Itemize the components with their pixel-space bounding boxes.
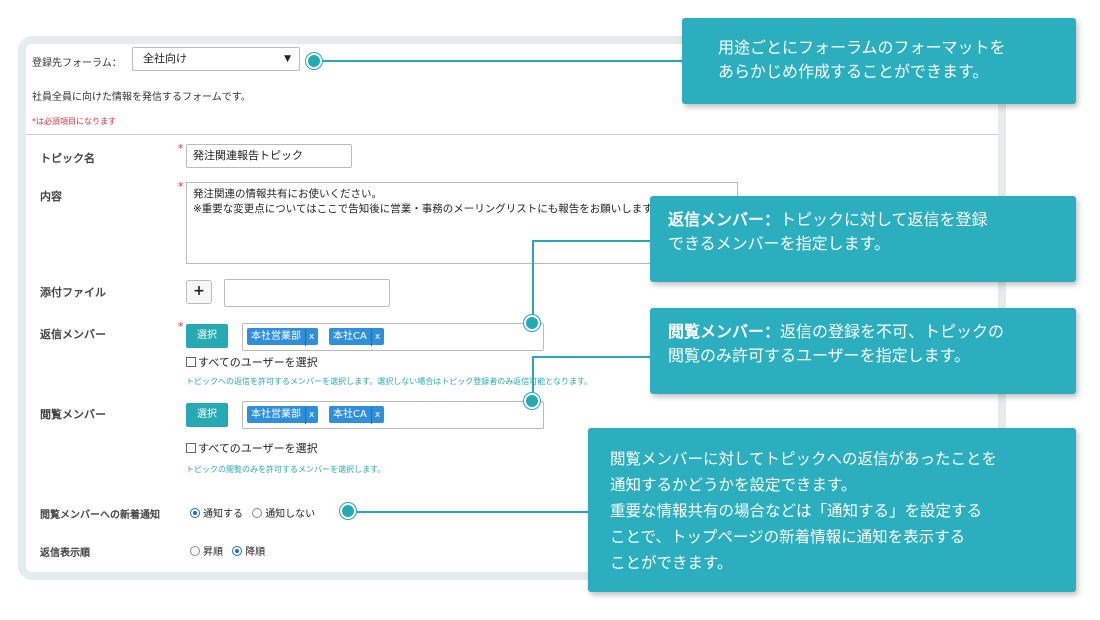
view-all-users-checkbox[interactable]: すべてのユーザーを選択: [186, 440, 318, 456]
connector-line: [532, 240, 534, 324]
chevron-down-icon: ▼: [284, 54, 291, 64]
checkbox-icon: [186, 443, 196, 453]
order-asc-radio[interactable]: 昇順: [190, 546, 223, 558]
connector-dot: [340, 503, 356, 519]
reply-tag[interactable]: 本社CA x: [329, 328, 385, 346]
callout-text: 閲覧メンバー：返信の登録を不可、トピックの: [668, 322, 1005, 341]
required-mark: *: [178, 180, 184, 193]
forum-select[interactable]: 全社向け ▼: [132, 47, 300, 71]
connector-line: [316, 60, 686, 62]
view-hint: トピックの閲覧のみを許可するメンバーを選択します。: [186, 465, 386, 474]
view-tag[interactable]: 本社営業部 x: [247, 406, 319, 424]
attach-label: 添付ファイル: [40, 286, 106, 299]
forum-label: 登録先フォーラム：: [32, 58, 122, 69]
notify-radio-group: 通知する 通知しない: [190, 505, 315, 520]
callout-notification: 閲覧メンバーに対してトピックへの返信があったことを 通知するかどうかを設定できま…: [588, 428, 1076, 592]
view-select-button[interactable]: 選択: [186, 403, 228, 427]
connector-dot: [524, 393, 540, 409]
notify-off-radio[interactable]: 通知しない: [252, 508, 315, 520]
radio-icon: [190, 546, 200, 556]
view-label: 閲覧メンバー: [40, 408, 106, 421]
close-icon[interactable]: x: [370, 329, 380, 346]
reply-tag-box[interactable]: 本社営業部 x 本社CA x: [242, 323, 544, 351]
notify-label: 閲覧メンバーへの新着通知: [40, 510, 160, 521]
callout-text: 返信メンバー：トピックに対して返信を登録: [668, 210, 988, 229]
callout-forum-format: 用途ごとにフォーラムのフォーマットを あらかじめ作成することができます。: [682, 18, 1076, 104]
forum-select-value: 全社向け: [143, 52, 187, 65]
required-mark: *: [178, 142, 184, 155]
callout-text: 用途ごとにフォーラムのフォーマットを: [718, 38, 1006, 57]
topic-label: トピック名: [40, 152, 95, 165]
divider: [26, 134, 998, 135]
file-input[interactable]: [224, 279, 390, 307]
order-radio-group: 昇順 降順: [190, 543, 265, 558]
add-file-button[interactable]: +: [186, 280, 212, 304]
callout-text: 閲覧のみ許可するユーザーを指定します。: [668, 346, 971, 365]
connector-dot: [524, 315, 540, 331]
order-desc-radio[interactable]: 降順: [232, 546, 265, 558]
close-icon[interactable]: x: [305, 329, 314, 346]
view-tag-box[interactable]: 本社営業部 x 本社CA x: [242, 401, 544, 429]
view-tag[interactable]: 本社CA x: [329, 406, 385, 424]
connector-line: [532, 240, 652, 242]
close-icon[interactable]: x: [305, 407, 314, 424]
reply-all-users-checkbox[interactable]: すべてのユーザーを選択: [186, 354, 318, 370]
callout-text: ことで、トップページの新着情報に通知を表示する: [610, 528, 966, 546]
connector-dot: [306, 53, 322, 69]
callout-text: 通知するかどうかを設定できます。: [610, 476, 857, 494]
connector-line: [350, 511, 590, 513]
callout-text: 重要な情報共有の場合などは「通知する」を設定する: [610, 502, 983, 520]
callout-text: あらかじめ作成することができます。: [718, 62, 989, 81]
required-note: *は必須項目になります: [32, 117, 116, 126]
reply-tag[interactable]: 本社営業部 x: [247, 328, 319, 346]
order-label: 返信表示順: [40, 548, 90, 559]
topic-input[interactable]: 発注関連報告トピック: [186, 144, 352, 168]
radio-selected-icon: [232, 546, 243, 556]
notify-on-radio[interactable]: 通知する: [190, 508, 243, 520]
callout-view-members: 閲覧メンバー：返信の登録を不可、トピックの 閲覧のみ許可するユーザーを指定します…: [650, 308, 1076, 394]
reply-label: 返信メンバー: [40, 328, 106, 341]
checkbox-icon: [186, 357, 196, 367]
callout-text: できるメンバーを指定します。: [668, 234, 891, 253]
content-label: 内容: [40, 190, 62, 203]
radio-selected-icon: [190, 508, 200, 518]
close-icon[interactable]: x: [370, 407, 380, 424]
callout-text: ことができます。: [610, 554, 733, 572]
callout-reply-members: 返信メンバー：トピックに対して返信を登録 できるメンバーを指定します。: [650, 196, 1076, 282]
forum-description: 社員全員に向けた情報を発信するフォームです。: [32, 92, 251, 103]
connector-line: [532, 356, 652, 358]
radio-icon: [252, 508, 263, 518]
callout-text: 閲覧メンバーに対してトピックへの返信があったことを: [610, 450, 998, 468]
reply-select-button[interactable]: 選択: [186, 324, 228, 348]
required-mark: *: [178, 320, 184, 333]
